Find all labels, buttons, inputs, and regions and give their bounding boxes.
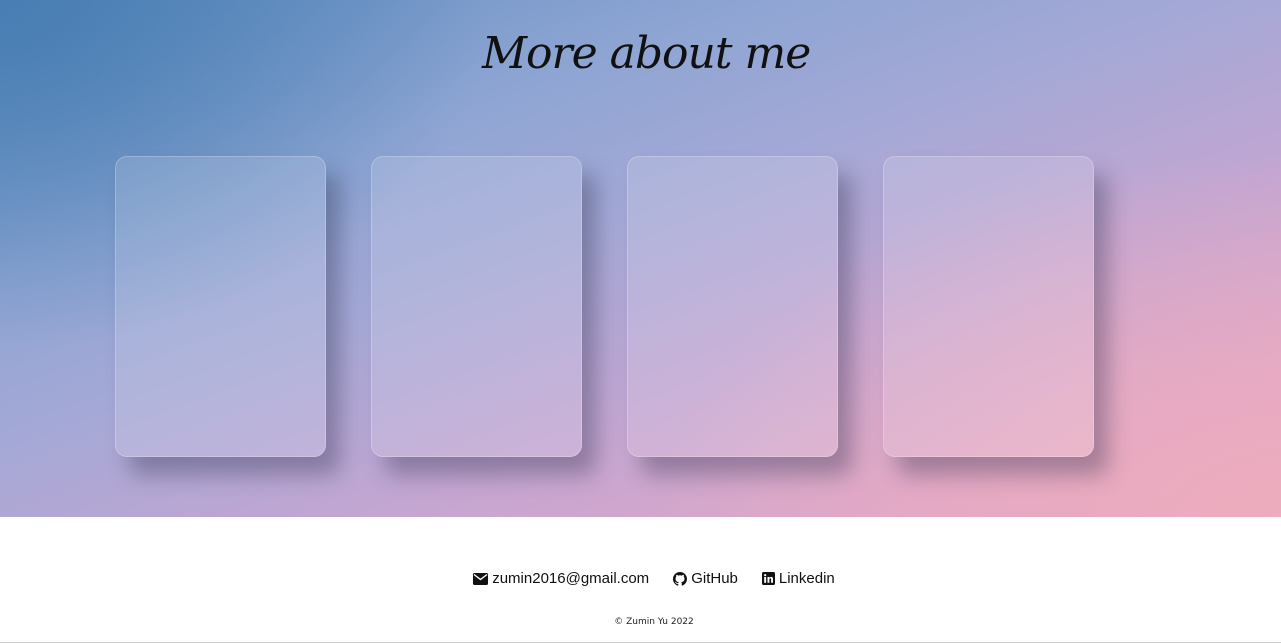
- about-section: More about me: [0, 0, 1281, 517]
- linkedin-link-label: Linkedin: [778, 570, 835, 587]
- section-title: More about me: [482, 28, 811, 79]
- linkedin-link[interactable]: Linkedin: [761, 570, 835, 587]
- copyright-text: © Zumin Yu 2022: [614, 617, 694, 627]
- about-card-2[interactable]: [371, 156, 582, 457]
- linkedin-icon: [761, 572, 775, 585]
- about-card-4[interactable]: [883, 156, 1094, 457]
- footer: zumin2016@gmail.com GitHub Linkedin © Zu…: [0, 517, 1281, 643]
- github-link[interactable]: GitHub: [673, 570, 738, 587]
- email-link[interactable]: zumin2016@gmail.com: [473, 570, 649, 587]
- footer-links: zumin2016@gmail.com GitHub Linkedin: [0, 570, 1281, 587]
- about-card-1[interactable]: [115, 156, 326, 457]
- about-card-3[interactable]: [627, 156, 838, 457]
- github-link-label: GitHub: [691, 570, 738, 587]
- email-link-label: zumin2016@gmail.com: [492, 570, 650, 587]
- envelope-icon: [473, 572, 489, 585]
- github-icon: [673, 571, 688, 586]
